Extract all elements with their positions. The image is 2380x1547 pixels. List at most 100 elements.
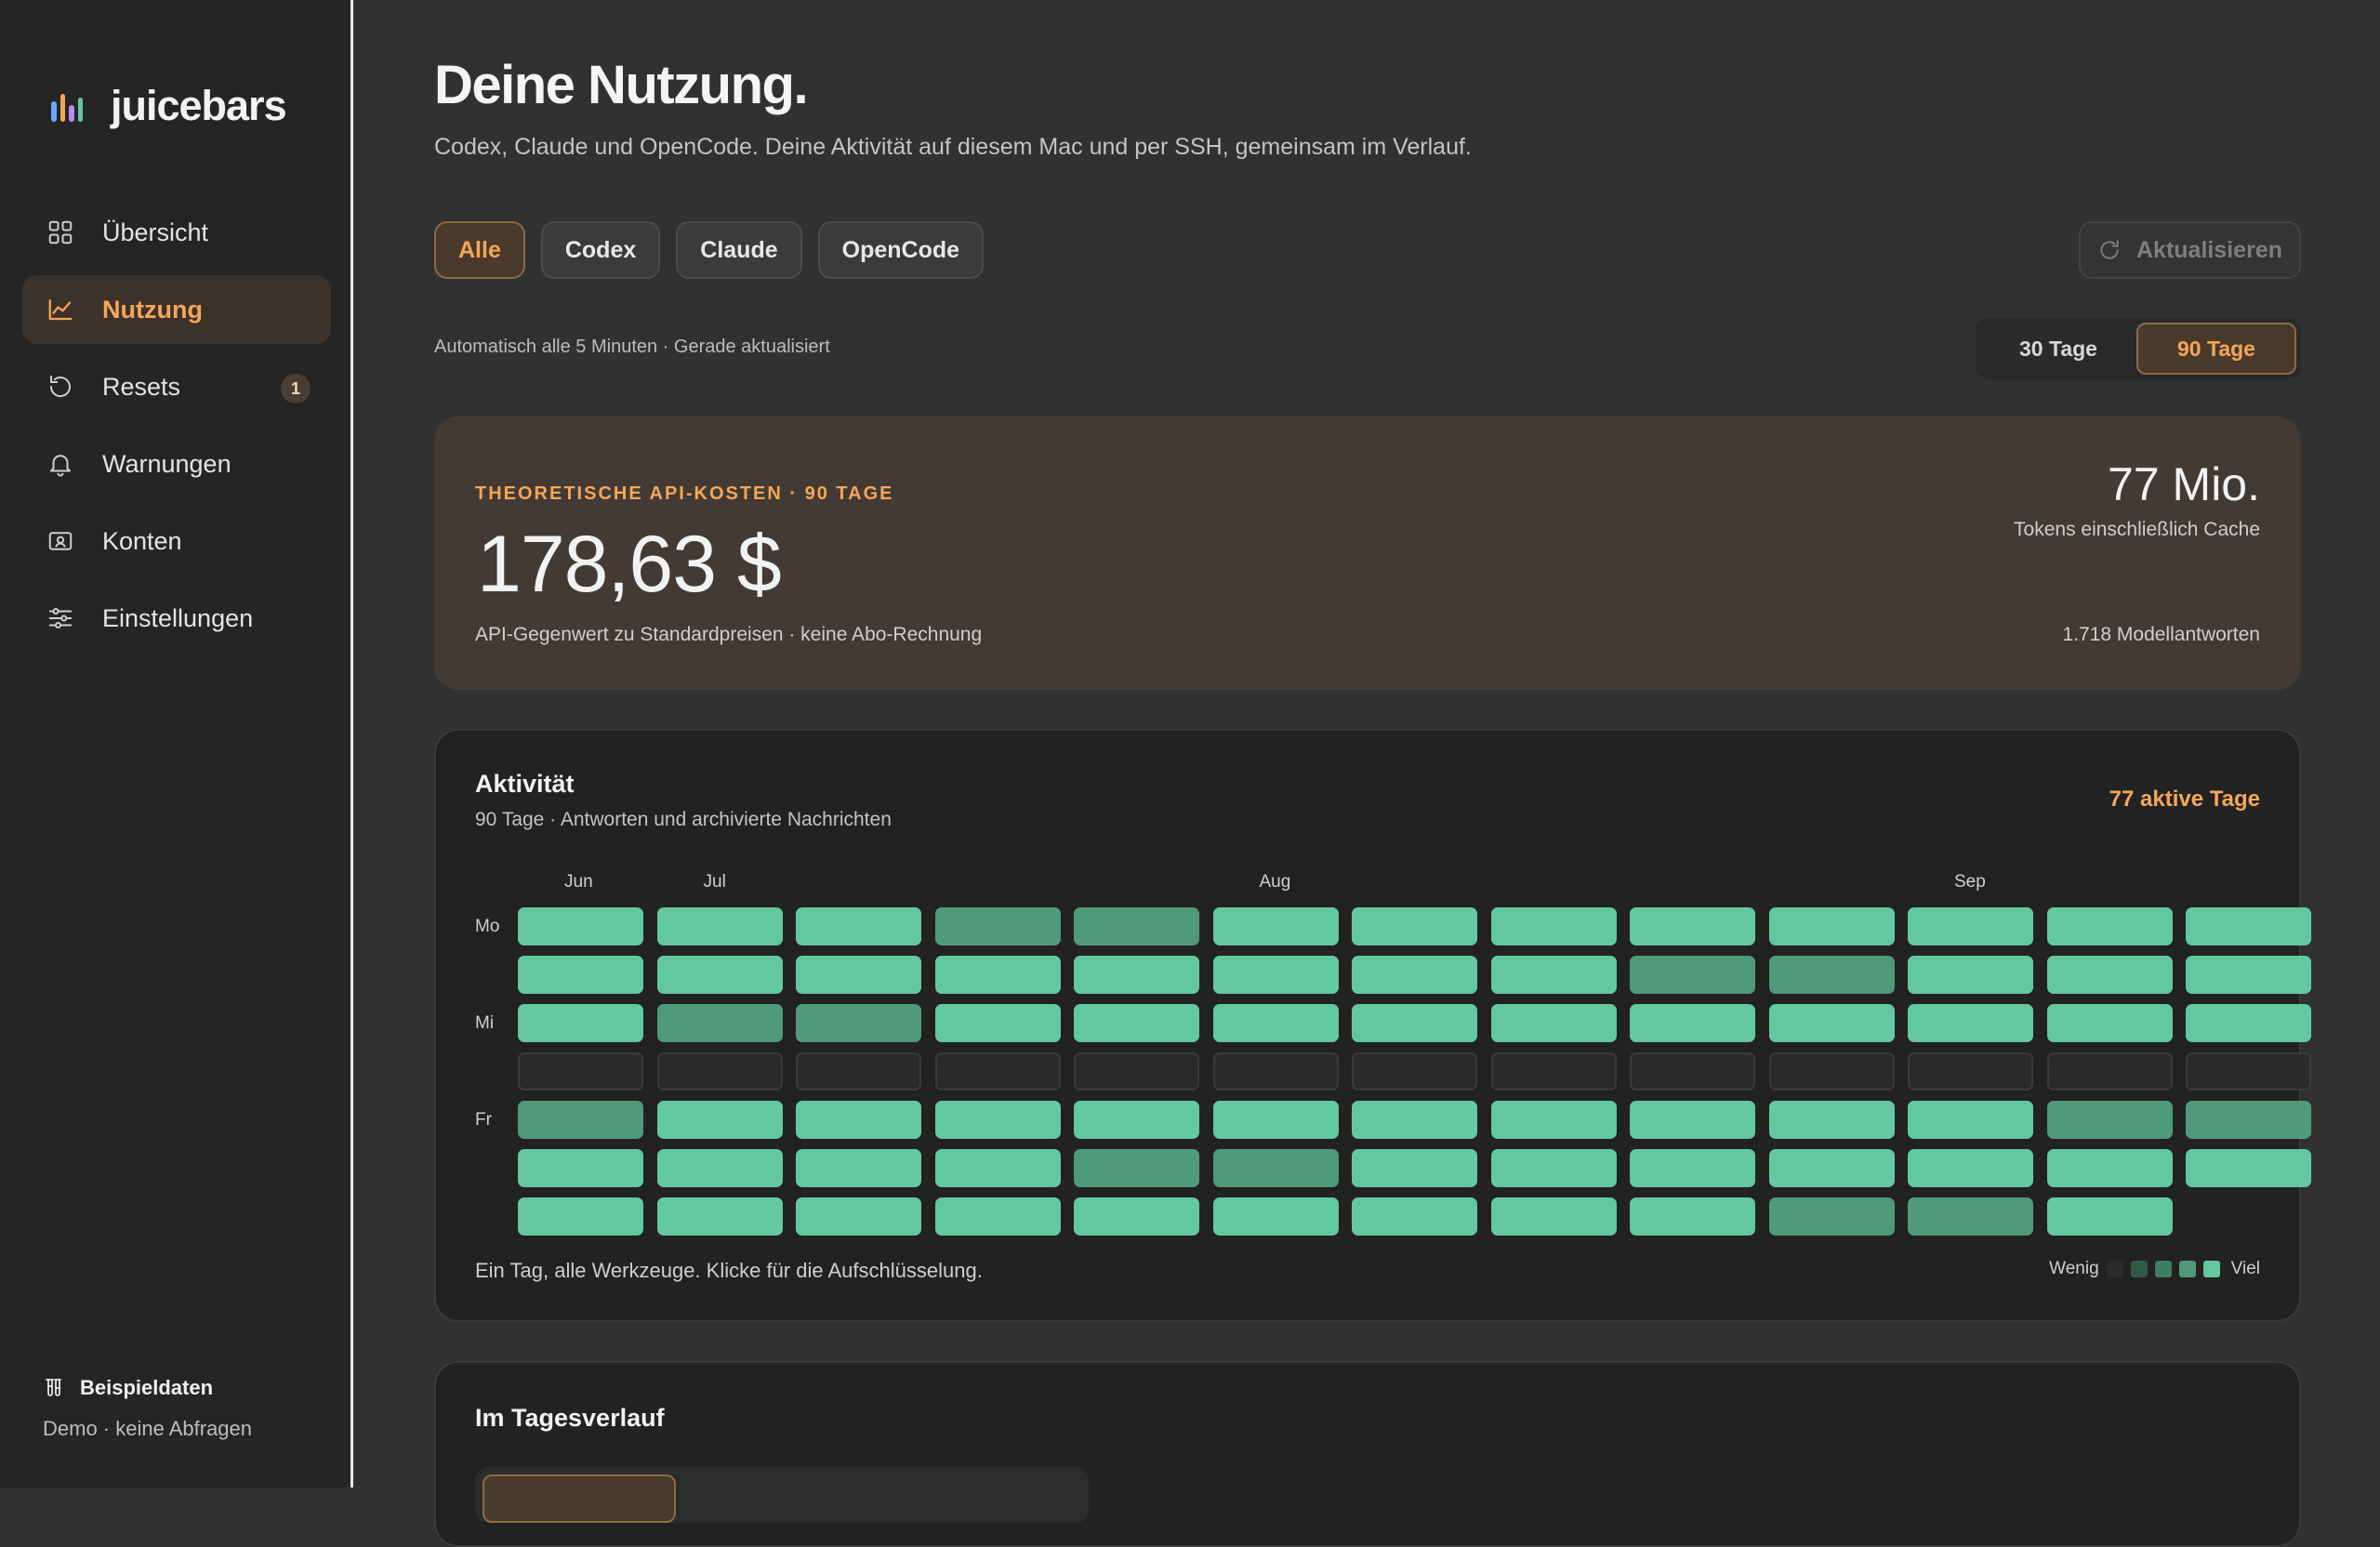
heatmap-cell[interactable] bbox=[1212, 1149, 1339, 1187]
heatmap-cell[interactable] bbox=[2186, 956, 2311, 994]
range-90-days[interactable]: 90 Tage bbox=[2136, 323, 2296, 375]
heatmap-cell[interactable] bbox=[1352, 907, 1477, 945]
heatmap-cell[interactable] bbox=[2046, 1149, 2173, 1187]
heatmap-cell[interactable] bbox=[656, 1004, 783, 1042]
heatmap-cell[interactable] bbox=[656, 1197, 783, 1236]
heatmap-cell[interactable] bbox=[1490, 907, 1617, 945]
range-30-days[interactable]: 30 Tage bbox=[1980, 323, 2136, 375]
heatmap-cell[interactable] bbox=[2186, 1004, 2311, 1042]
filter-opencode[interactable]: OpenCode bbox=[817, 221, 985, 279]
heatmap-cell[interactable] bbox=[1212, 907, 1339, 945]
heatmap-cell[interactable] bbox=[1490, 1197, 1617, 1236]
sidebar-item-label: Übersicht bbox=[102, 218, 209, 246]
filter-claude[interactable]: Claude bbox=[676, 221, 802, 279]
activity-footer: Ein Tag, alle Werkzeuge. Klicke für die … bbox=[475, 1259, 983, 1282]
sidebar-item-resets[interactable]: Resets 1 bbox=[22, 352, 331, 421]
heatmap-cell[interactable] bbox=[934, 1004, 1061, 1042]
sidebar-item-konten[interactable]: Konten bbox=[22, 507, 331, 575]
filter-codex[interactable]: Codex bbox=[540, 221, 661, 279]
heatmap-cell bbox=[1074, 1052, 1199, 1091]
heatmap-cell[interactable] bbox=[2046, 1004, 2173, 1042]
heatmap-cell[interactable] bbox=[2186, 907, 2311, 945]
heatmap-cell[interactable] bbox=[1908, 907, 2033, 945]
heatmap-cell[interactable] bbox=[1074, 956, 1199, 994]
heatmap-cell[interactable] bbox=[796, 1197, 921, 1236]
heatmap-cell[interactable] bbox=[1074, 1149, 1199, 1187]
sidebar-item-einstellungen[interactable]: Einstellungen bbox=[22, 584, 331, 653]
heatmap-cell[interactable] bbox=[656, 907, 783, 945]
heatmap-cell[interactable] bbox=[1768, 1149, 1895, 1187]
heatmap-cell[interactable] bbox=[1908, 1004, 2033, 1042]
heatmap-cell[interactable] bbox=[1768, 956, 1895, 994]
heatmap-cell[interactable] bbox=[1352, 1101, 1477, 1139]
heatmap-cell[interactable] bbox=[1908, 1149, 2033, 1187]
sidebar-item-uebersicht[interactable]: Übersicht bbox=[22, 198, 331, 267]
heatmap-cell[interactable] bbox=[1352, 956, 1477, 994]
refresh-button[interactable]: Aktualisieren bbox=[2079, 221, 2301, 279]
api-cost-card: THEORETISCHE API-KOSTEN · 90 TAGE 178,63… bbox=[434, 416, 2301, 690]
heatmap-cell[interactable] bbox=[934, 956, 1061, 994]
heatmap-cell[interactable] bbox=[1630, 907, 1755, 945]
heatmap-cell[interactable] bbox=[518, 1197, 643, 1236]
heatmap-cell[interactable] bbox=[1630, 1149, 1755, 1187]
heatmap-cell[interactable] bbox=[1908, 1101, 2033, 1139]
heatmap-cell[interactable] bbox=[796, 1149, 921, 1187]
heatmap-cell[interactable] bbox=[518, 1149, 643, 1187]
heatmap-cell[interactable] bbox=[2046, 956, 2173, 994]
heatmap-cell[interactable] bbox=[2046, 907, 2173, 945]
heatmap-cell[interactable] bbox=[1490, 1101, 1617, 1139]
heatmap-cell[interactable] bbox=[656, 1149, 783, 1187]
heatmap-cell[interactable] bbox=[1630, 1197, 1755, 1236]
heatmap-cell[interactable] bbox=[796, 1101, 921, 1139]
heatmap-cell[interactable] bbox=[518, 956, 643, 994]
heatmap-cell[interactable] bbox=[1490, 1004, 1617, 1042]
heatmap-cell[interactable] bbox=[1768, 1004, 1895, 1042]
heatmap-cell[interactable] bbox=[518, 1101, 643, 1139]
heatmap-cell[interactable] bbox=[934, 1197, 1061, 1236]
heatmap-cell[interactable] bbox=[518, 907, 643, 945]
app-name: juicebars bbox=[111, 82, 287, 129]
heatmap-cell[interactable] bbox=[934, 907, 1061, 945]
heatmap-cell[interactable] bbox=[934, 1149, 1061, 1187]
heatmap-cell[interactable] bbox=[1212, 1004, 1339, 1042]
heatmap-cell[interactable] bbox=[518, 1004, 643, 1042]
heatmap-cell[interactable] bbox=[1212, 1101, 1339, 1139]
heatmap-cell[interactable] bbox=[1212, 1197, 1339, 1236]
heatmap-cell[interactable] bbox=[1768, 1197, 1895, 1236]
heatmap-cell[interactable] bbox=[1768, 907, 1895, 945]
heatmap-cell[interactable] bbox=[1074, 1101, 1199, 1139]
heatmap-cell[interactable] bbox=[1768, 1101, 1895, 1139]
heatmap-cell[interactable] bbox=[656, 956, 783, 994]
heatmap-cell[interactable] bbox=[1908, 1197, 2033, 1236]
heatmap-cell[interactable] bbox=[1074, 1004, 1199, 1042]
daily-pattern-title: Im Tagesverlauf bbox=[475, 1404, 665, 1432]
brand[interactable]: juicebars bbox=[51, 82, 287, 130]
heatmap-cell[interactable] bbox=[1630, 1101, 1755, 1139]
sidebar-item-nutzung[interactable]: Nutzung bbox=[22, 275, 331, 344]
heatmap-cell[interactable] bbox=[796, 956, 921, 994]
heatmap-cell[interactable] bbox=[1352, 1004, 1477, 1042]
heatmap-cell[interactable] bbox=[2046, 1197, 2173, 1236]
heatmap-cell[interactable] bbox=[1074, 1197, 1199, 1236]
heatmap-cell[interactable] bbox=[796, 907, 921, 945]
heatmap-cell[interactable] bbox=[2046, 1101, 2173, 1139]
heatmap-cell[interactable] bbox=[2186, 1101, 2311, 1139]
heatmap-cell bbox=[1630, 1052, 1755, 1091]
heatmap-cell[interactable] bbox=[656, 1101, 783, 1139]
heatmap-cell[interactable] bbox=[2186, 1149, 2311, 1187]
heatmap-cell[interactable] bbox=[1908, 956, 2033, 994]
heatmap-cell[interactable] bbox=[1630, 1004, 1755, 1042]
heatmap-cell[interactable] bbox=[1490, 1149, 1617, 1187]
heatmap-cell[interactable] bbox=[1490, 956, 1617, 994]
heatmap-cell[interactable] bbox=[1352, 1197, 1477, 1236]
test-tubes-icon bbox=[46, 1379, 61, 1396]
heatmap-cell[interactable] bbox=[796, 1004, 921, 1042]
sidebar-item-warnungen[interactable]: Warnungen bbox=[22, 430, 331, 498]
heatmap-cell[interactable] bbox=[934, 1101, 1061, 1139]
filter-alle[interactable]: Alle bbox=[434, 221, 525, 279]
heatmap-cell[interactable] bbox=[1630, 956, 1755, 994]
heatmap-cell[interactable] bbox=[1212, 956, 1339, 994]
daily-pattern-tab-active[interactable] bbox=[483, 1474, 676, 1523]
heatmap-cell[interactable] bbox=[1074, 907, 1199, 945]
heatmap-cell[interactable] bbox=[1352, 1149, 1477, 1187]
